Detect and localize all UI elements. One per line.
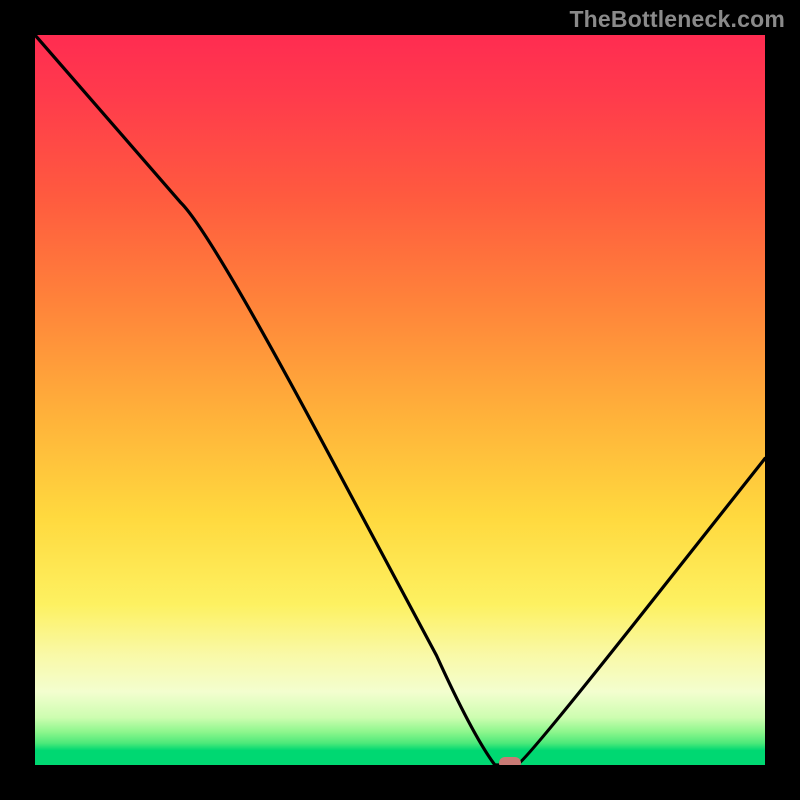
optimal-marker [499, 757, 521, 765]
chart-frame: { "watermark": "TheBottleneck.com", "cha… [0, 0, 800, 800]
plot-area [35, 35, 765, 765]
curve-layer [35, 35, 765, 765]
watermark-text: TheBottleneck.com [569, 6, 785, 33]
bottleneck-curve [35, 35, 765, 765]
